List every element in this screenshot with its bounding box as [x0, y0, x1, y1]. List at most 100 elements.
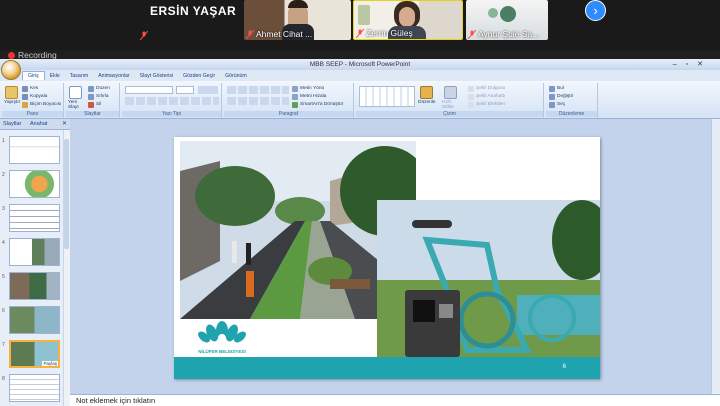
- arrange-button[interactable]: Düzenle: [418, 100, 436, 105]
- slide-thumbnail[interactable]: [9, 204, 60, 232]
- shape-effects-icon: [468, 102, 474, 108]
- microphone-muted-icon: [356, 29, 364, 38]
- presenter-name: ERSİN YAŞAR: [150, 4, 237, 18]
- paste-button[interactable]: Yapıştır: [4, 100, 20, 105]
- find-button[interactable]: Bul: [557, 86, 564, 91]
- next-page-arrow-icon[interactable]: ›: [585, 0, 606, 21]
- replace-icon: [549, 94, 555, 100]
- font-grow-shrink[interactable]: [198, 86, 218, 94]
- participant-name: Aynur Şule Sa...: [478, 29, 540, 39]
- pane-tabs: Slaytlar Anahat ✕: [0, 119, 70, 130]
- office-logo-icon[interactable]: [1, 60, 21, 80]
- slide-thumbnails: 1 2 3 4 5 6 7 Paylaş 8: [0, 130, 70, 406]
- reset-button[interactable]: Sıfırla: [96, 94, 109, 99]
- slide-thumbnail[interactable]: [9, 136, 60, 164]
- ribbon-tabs: Giriş Ekle Tasarım Animasyonlar Slayt Göster…: [22, 71, 252, 81]
- slide-thumbnail[interactable]: [9, 272, 60, 300]
- replace-button[interactable]: Değiştir: [557, 94, 573, 99]
- ribbon: Yapıştır Kes Kopyala Biçim Boyacısı Pano…: [0, 81, 720, 119]
- delete-button[interactable]: Sil: [96, 102, 101, 107]
- slide-thumbnail-selected[interactable]: Paylaş: [9, 340, 60, 368]
- layout-icon: [88, 86, 94, 92]
- new-slide-icon: [69, 86, 82, 99]
- participant-hair: [288, 0, 308, 8]
- recording-dot-icon: [8, 52, 15, 59]
- thumbnail-number: 5: [2, 274, 5, 280]
- new-slide-button[interactable]: Yeni Slayt: [68, 100, 86, 110]
- arrange-icon: [420, 86, 433, 99]
- text-direction-button[interactable]: Metin Yönü: [300, 86, 324, 91]
- align-text-button[interactable]: Metni Hizala: [300, 94, 326, 99]
- shape-outline-button[interactable]: Şekil Anahattı: [476, 94, 505, 99]
- group-duzenleme: Bul Değiştir Seç Düzenleme: [546, 83, 598, 118]
- tab-gorunum[interactable]: Görünüm: [220, 72, 252, 80]
- logo-text: NİLÜFER BELEDİYESİ: [198, 349, 246, 354]
- copy-button[interactable]: Kopyala: [30, 94, 47, 99]
- notes-pane[interactable]: Not eklemek için tıklatın: [70, 394, 720, 406]
- delete-icon: [88, 102, 94, 108]
- current-slide[interactable]: NİLÜFER BELEDİYESİ 6: [174, 137, 600, 379]
- participant-tile[interactable]: Aynur Şule Sa...: [466, 0, 548, 40]
- layout-button[interactable]: Düzen: [96, 86, 110, 91]
- reset-icon: [88, 94, 94, 100]
- alignment-buttons[interactable]: [227, 97, 289, 105]
- tab-giris[interactable]: Giriş: [22, 71, 45, 80]
- microphone-muted-icon: [468, 30, 476, 39]
- thumbnail-number: 7: [2, 342, 5, 348]
- thumbnail-scroll-thumb[interactable]: [64, 139, 69, 249]
- slide-thumbnail[interactable]: [9, 238, 60, 266]
- text-direction-icon: [292, 86, 298, 92]
- group-label: Slaytlar: [66, 111, 119, 117]
- smartart-button[interactable]: SmartArt'a Dönüştür: [300, 102, 343, 107]
- cut-button[interactable]: Kes: [30, 86, 38, 91]
- font-size-combo[interactable]: [176, 86, 194, 94]
- tab-slayt-gosterisi[interactable]: Slayt Gösterisi: [135, 72, 178, 80]
- participant-face: [399, 7, 415, 27]
- thumbnail-number: 8: [2, 376, 5, 382]
- bike-share-photo: [377, 200, 600, 357]
- group-label: Yazı Tipi: [122, 111, 221, 117]
- slide-page-number: 6: [562, 364, 566, 370]
- close-pane-icon[interactable]: ✕: [62, 120, 67, 127]
- group-yazi-tipi: Yazı Tipi: [122, 83, 222, 118]
- shape-fill-icon: [468, 86, 474, 92]
- find-icon: [549, 86, 555, 92]
- thumbnail-number: 2: [2, 172, 5, 178]
- format-painter-icon: [22, 102, 28, 108]
- shape-fill-button[interactable]: Şekil Dolgusu: [476, 86, 505, 91]
- font-name-combo[interactable]: [125, 86, 173, 94]
- group-paragraf: Metin Yönü Metni Hizala SmartArt'a Dönüş…: [224, 83, 354, 118]
- thumbnail-number: 4: [2, 240, 5, 246]
- tab-anahat[interactable]: Anahat: [30, 121, 47, 127]
- shape-effects-button[interactable]: Şekil Efektleri: [476, 102, 505, 107]
- window-controls[interactable]: –▫✕: [673, 60, 712, 68]
- thumbnail-number: 1: [2, 138, 5, 144]
- list-buttons[interactable]: [227, 86, 289, 94]
- participant-tile[interactable]: Ahmet Cihat ...: [244, 0, 351, 40]
- thumbnail-overlay-label: Paylaş: [42, 361, 58, 366]
- participant-name: Zerrin Güleş: [366, 28, 413, 38]
- tab-gozden-gecir[interactable]: Gözden Geçir: [178, 72, 220, 80]
- microphone-muted-icon: [246, 30, 254, 39]
- group-slaytlar: Yeni Slayt Düzen Sıfırla Sil Slaytlar: [66, 83, 120, 118]
- window-title: MBB SEEP - Microsoft PowerPoint: [309, 61, 411, 68]
- shapes-gallery[interactable]: [359, 86, 415, 107]
- plant-decoration: [358, 5, 370, 25]
- slide-thumbnail[interactable]: [9, 306, 60, 334]
- group-label: Çizim: [356, 111, 543, 117]
- participant-tile-active[interactable]: Zerrin Güleş: [353, 0, 463, 40]
- select-button[interactable]: Seç: [557, 102, 565, 107]
- slide-thumbnail[interactable]: [9, 374, 60, 402]
- tab-tasarim[interactable]: Tasarım: [65, 72, 93, 80]
- quick-styles-icon: [444, 86, 457, 99]
- tab-ekle[interactable]: Ekle: [45, 72, 65, 80]
- tab-slaytlar[interactable]: Slaytlar: [3, 121, 21, 127]
- select-icon: [549, 102, 555, 108]
- quick-styles-button[interactable]: Hızlı Stiller: [442, 100, 464, 110]
- font-format-buttons[interactable]: [125, 97, 219, 105]
- slide-thumbnail[interactable]: [9, 170, 60, 198]
- slide-scrollbar[interactable]: [711, 119, 720, 394]
- tab-animasyonlar[interactable]: Animasyonlar: [93, 72, 134, 80]
- format-painter-button[interactable]: Biçim Boyacısı: [30, 102, 61, 107]
- slide-band: [174, 357, 600, 379]
